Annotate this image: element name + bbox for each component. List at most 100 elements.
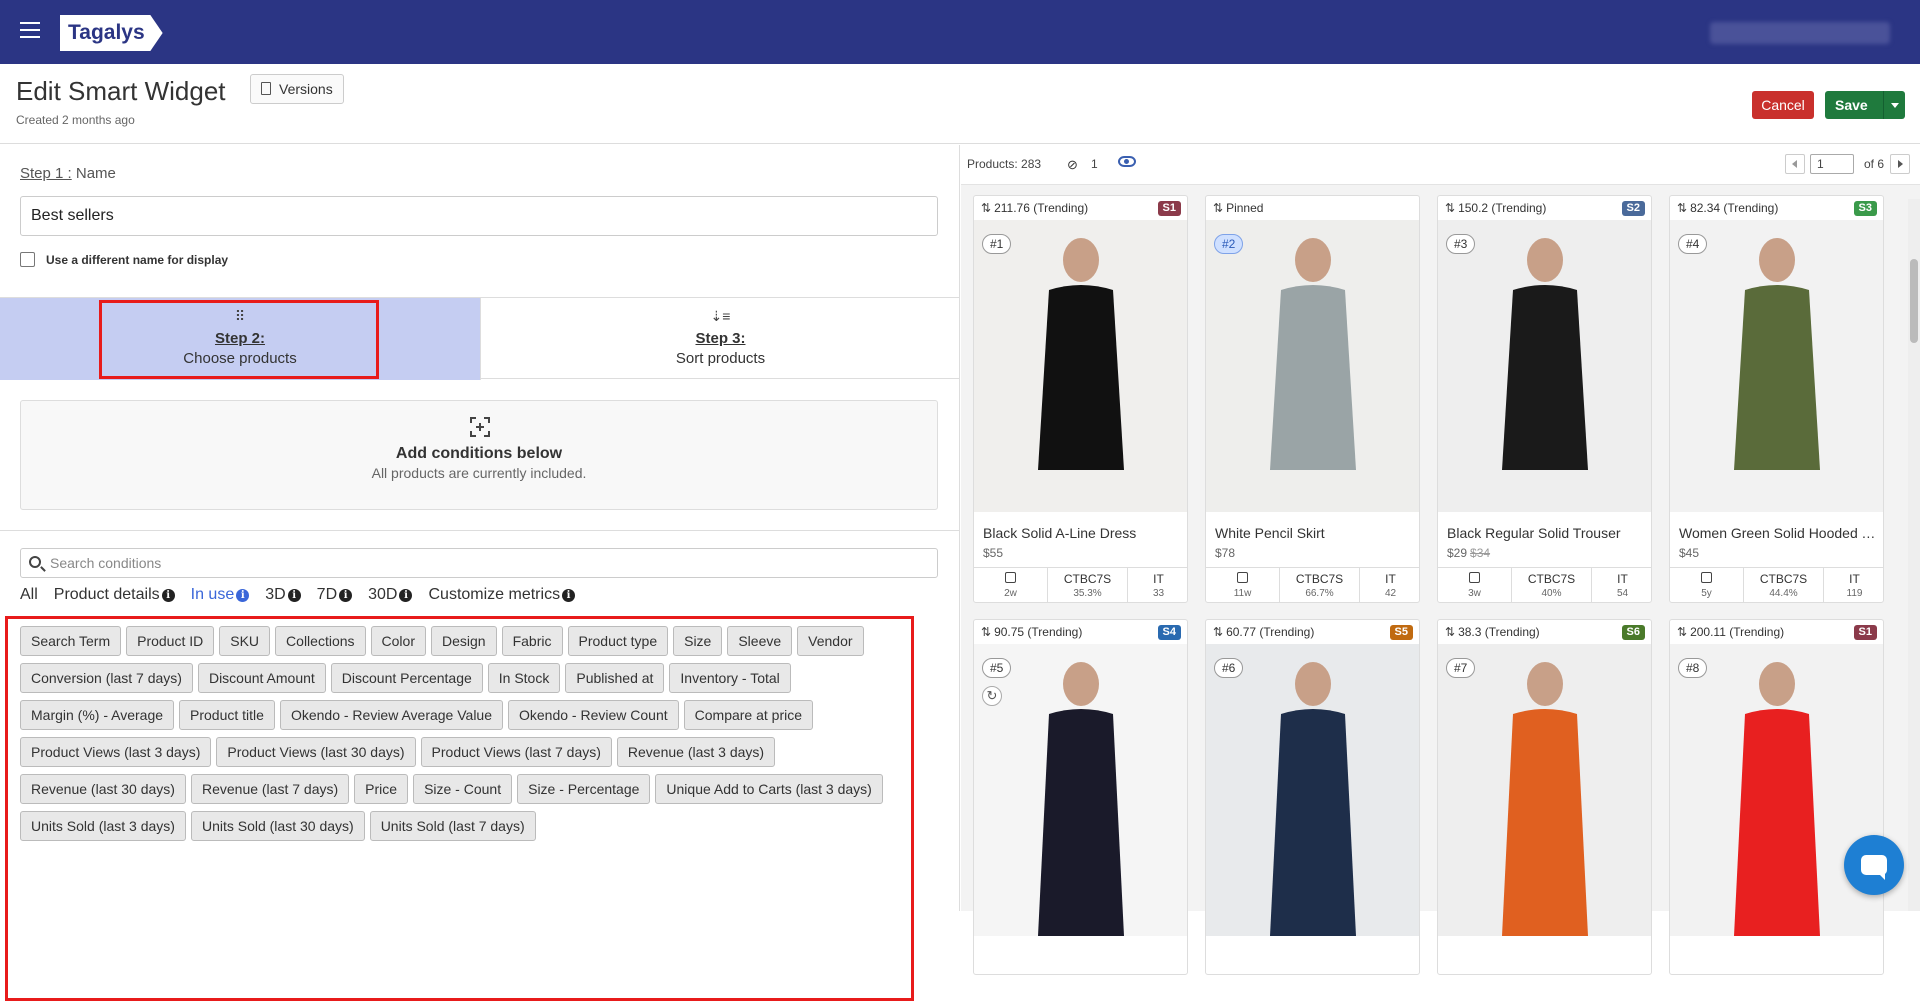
age-value: 5y [1701,588,1712,599]
sort-icon: ⇣≡ [710,308,731,324]
info-icon[interactable]: i [562,589,576,602]
condition-chip[interactable]: Color [370,626,426,656]
sort-arrows-icon: ⇅ [1677,201,1688,215]
condition-chip[interactable]: Inventory - Total [669,663,791,693]
condition-chip[interactable]: Published at [565,663,665,693]
it-value: 42 [1384,588,1397,599]
condition-chip[interactable]: Unique Add to Carts (last 3 days) [655,774,883,804]
condition-chip[interactable]: Fabric [501,626,563,656]
filter-tab-6[interactable]: Customize metrics i [428,586,576,604]
condition-chip[interactable]: Conversion (last 7 days) [20,663,193,693]
eye-icon[interactable] [1118,156,1136,167]
page-of-label: of 6 [1863,157,1884,171]
info-icon[interactable]: i [339,589,353,602]
user-account-menu[interactable] [1710,22,1890,44]
filter-tab-4[interactable]: 7D i [317,586,353,604]
condition-chip[interactable]: Okendo - Review Count [508,700,679,730]
filter-tab-0[interactable]: All [20,586,38,604]
versions-button[interactable]: Versions [250,74,344,104]
versions-label: Versions [279,81,333,97]
filter-tab-5[interactable]: 30D i [368,586,413,604]
save-button[interactable]: Save [1825,91,1905,119]
ctbc-stat: CTBC7S 66.7% [1280,568,1360,602]
condition-chip[interactable]: Okendo - Review Average Value [279,700,503,730]
condition-chip[interactable]: Search Term [20,626,122,656]
condition-chip[interactable]: Product type [567,626,669,656]
ctbc-label: CTBC7S [1759,572,1808,586]
search-conditions-input[interactable]: Search conditions [20,548,938,578]
product-card[interactable]: ⇅ 90.75 (Trending) S4 #5 ↻ [973,619,1188,975]
widget-name-input[interactable]: Best sellers [20,196,938,236]
tagalys-logo[interactable]: Tagalys [60,15,163,51]
condition-chip[interactable]: Revenue (last 7 days) [190,774,350,804]
condition-chip[interactable]: Revenue (last 3 days) [616,737,776,767]
rank-badge: #1 [982,234,1012,254]
condition-chip[interactable]: In Stock [487,663,561,693]
info-icon[interactable]: i [287,589,301,602]
segment-badge: S1 [1853,625,1877,640]
condition-filter-tabs: All Product details i In use i 3D i 7D i 30D i Cust… [20,586,591,608]
display-name-checkbox-label[interactable]: Use a different name for display [46,253,228,267]
product-card[interactable]: ⇅ 150.2 (Trending) S2 #3 Black Regular Solid… [1437,195,1652,603]
condition-chip[interactable]: Product Views (last 30 days) [216,737,416,767]
hidden-eye-slash-icon[interactable]: ⊘ [1067,157,1078,173]
condition-chip[interactable]: Size - Percentage [517,774,651,804]
condition-chip[interactable]: Vendor [797,626,864,656]
product-card[interactable]: ⇅ 82.34 (Trending) S3 #4 Women Green Solid H… [1669,195,1884,603]
info-icon[interactable]: i [161,589,175,602]
add-condition-icon[interactable] [470,417,490,437]
condition-chip[interactable]: Size - Count [413,774,513,804]
model-silhouette [1670,644,1883,936]
scrollbar[interactable] [1908,199,1920,911]
product-name: White Pencil Skirt [1215,525,1325,541]
filter-tab-2[interactable]: In use i [191,586,250,604]
condition-chip[interactable]: Units Sold (last 3 days) [20,811,186,841]
condition-chip[interactable]: Revenue (last 30 days) [20,774,186,804]
prev-page-button[interactable] [1785,154,1805,174]
rank-badge: #7 [1446,658,1476,678]
filter-tab-1[interactable]: Product details i [54,586,175,604]
condition-chip[interactable]: Price [354,774,409,804]
it-label: IT [1153,572,1164,586]
page-number-input[interactable]: 1 [1810,154,1854,174]
product-card[interactable]: ⇅ 200.11 (Trending) S1 #8 [1669,619,1884,975]
age-value: 11w [1233,588,1252,599]
price-value: $78 [1215,546,1236,560]
condition-chip[interactable]: Units Sold (last 30 days) [190,811,365,841]
info-icon[interactable]: i [399,589,413,602]
next-page-button[interactable] [1890,154,1910,174]
condition-chip[interactable]: Product title [179,700,275,730]
scrollbar-thumb[interactable] [1910,259,1918,343]
product-card[interactable]: ⇅ 60.77 (Trending) S5 #6 [1205,619,1420,975]
page-header: Edit Smart Widget Versions Created 2 mon… [0,64,1920,144]
condition-chip[interactable]: Discount Amount [197,663,326,693]
condition-chip[interactable]: Product Views (last 3 days) [20,737,212,767]
product-card[interactable]: ⇅ 38.3 (Trending) S6 #7 [1437,619,1652,975]
score-label: 90.75 (Trending) [994,625,1083,639]
refresh-icon[interactable]: ↻ [982,686,1002,706]
sort-arrows-icon: ⇅ [981,625,992,639]
product-card[interactable]: ⇅ Pinned #2 White Pencil Skirt $78 11w CTBC7S 6… [1205,195,1420,603]
condition-chip[interactable]: Design [431,626,497,656]
condition-chip[interactable]: Sleeve [727,626,793,656]
filter-tab-3[interactable]: 3D i [265,586,301,604]
display-name-checkbox[interactable] [20,252,35,267]
chat-support-button[interactable] [1844,835,1904,895]
cancel-button[interactable]: Cancel [1752,91,1814,119]
tab-step3-sort-products[interactable]: ⇣≡ Step 3: Sort products [480,298,960,380]
condition-chip[interactable]: Margin (%) - Average [20,700,175,730]
condition-chip[interactable]: Product ID [126,626,215,656]
condition-chip[interactable]: Discount Percentage [330,663,483,693]
tab-step2-choose-products[interactable]: ⠿ Step 2: Choose products [0,298,480,380]
product-card[interactable]: ⇅ 211.76 (Trending) S1 #1 Black Solid A-Line… [973,195,1188,603]
condition-chip[interactable]: Collections [275,626,366,656]
ctbc-label: CTBC7S [1063,572,1112,586]
condition-chip[interactable]: Size [673,626,723,656]
save-dropdown-chevron-icon[interactable] [1883,91,1905,119]
condition-chip[interactable]: SKU [219,626,271,656]
condition-chip[interactable]: Compare at price [683,700,814,730]
condition-chip[interactable]: Product Views (last 7 days) [420,737,612,767]
condition-chip[interactable]: Units Sold (last 7 days) [369,811,536,841]
info-icon[interactable]: i [236,589,250,602]
hamburger-menu-icon[interactable] [20,22,40,38]
